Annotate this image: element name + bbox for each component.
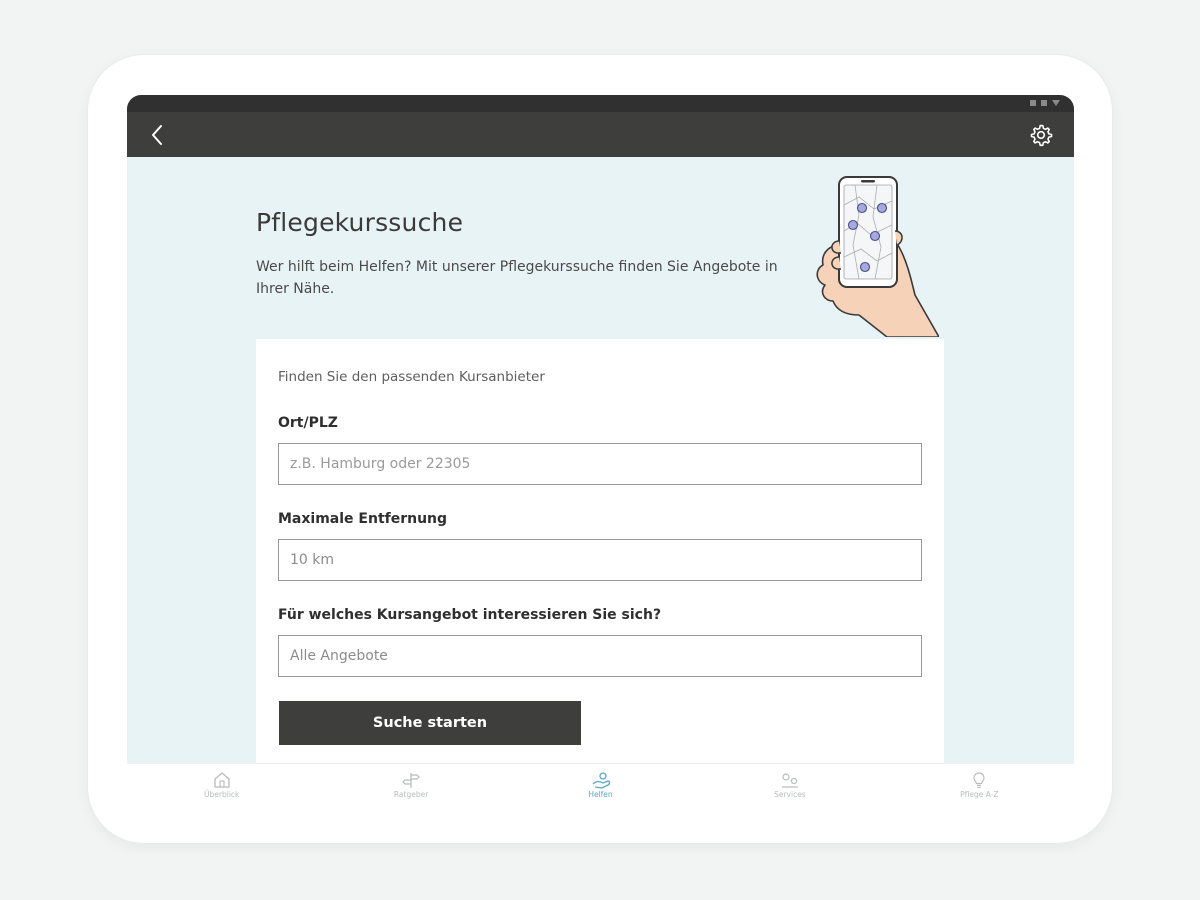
start-search-button[interactable]: Suche starten — [279, 701, 581, 745]
helping-hand-icon — [592, 771, 610, 789]
nav-item-help[interactable]: Helfen — [506, 764, 695, 805]
chevron-left-icon — [152, 125, 162, 145]
tablet-frame: Pflegekurssuche Wer hilft beim Helfen? M… — [88, 55, 1112, 843]
course-select[interactable]: Alle Angebote — [278, 635, 922, 677]
wifi-icon — [1052, 100, 1060, 106]
nav-label: Überblick — [204, 789, 240, 799]
course-selected-value: Alle Angebote — [290, 648, 388, 664]
nav-item-care-a-z[interactable]: Pflege A-Z — [885, 764, 1074, 805]
status-icons — [1030, 100, 1060, 106]
signal-icon — [1030, 100, 1036, 106]
gear-icon — [1030, 124, 1053, 147]
nav-label: Pflege A-Z — [960, 789, 999, 799]
form-hint: Finden Sie den passenden Kursanbieter — [278, 369, 545, 385]
search-form-card: Finden Sie den passenden Kursanbieter Or… — [256, 339, 944, 779]
nav-item-overview[interactable]: Überblick — [127, 764, 316, 805]
app-screen: Pflegekurssuche Wer hilft beim Helfen? M… — [127, 95, 1074, 805]
signpost-icon — [402, 772, 420, 788]
location-input[interactable] — [278, 443, 922, 485]
nav-item-guide[interactable]: Ratgeber — [316, 764, 505, 805]
nav-label: Helfen — [588, 789, 613, 799]
bottom-navigation: Überblick Ratgeber Helfen Services Pfleg… — [127, 763, 1074, 805]
page-intro: Wer hilft beim Helfen? Mit unserer Pfleg… — [256, 259, 778, 297]
battery-icon — [1041, 100, 1047, 106]
distance-selected-value: 10 km — [290, 552, 335, 568]
page-title: Pflegekurssuche — [256, 208, 464, 237]
course-label: Für welches Kursangebot interessieren Si… — [278, 607, 662, 623]
distance-select[interactable]: 10 km — [278, 539, 922, 581]
settings-button[interactable] — [1028, 122, 1054, 148]
nav-label: Services — [774, 789, 806, 799]
nav-item-services[interactable]: Services — [695, 764, 884, 805]
lightbulb-icon — [973, 771, 985, 788]
back-button[interactable] — [145, 122, 171, 148]
home-icon — [214, 771, 230, 788]
services-icon — [781, 772, 798, 788]
status-bar — [127, 95, 1074, 112]
app-bar — [127, 112, 1074, 157]
location-label: Ort/PLZ — [278, 415, 338, 431]
main-content: Pflegekurssuche Wer hilft beim Helfen? M… — [127, 157, 1074, 779]
distance-label: Maximale Entfernung — [278, 511, 448, 527]
phone-in-hand-illustration — [816, 176, 939, 337]
nav-label: Ratgeber — [393, 789, 429, 799]
